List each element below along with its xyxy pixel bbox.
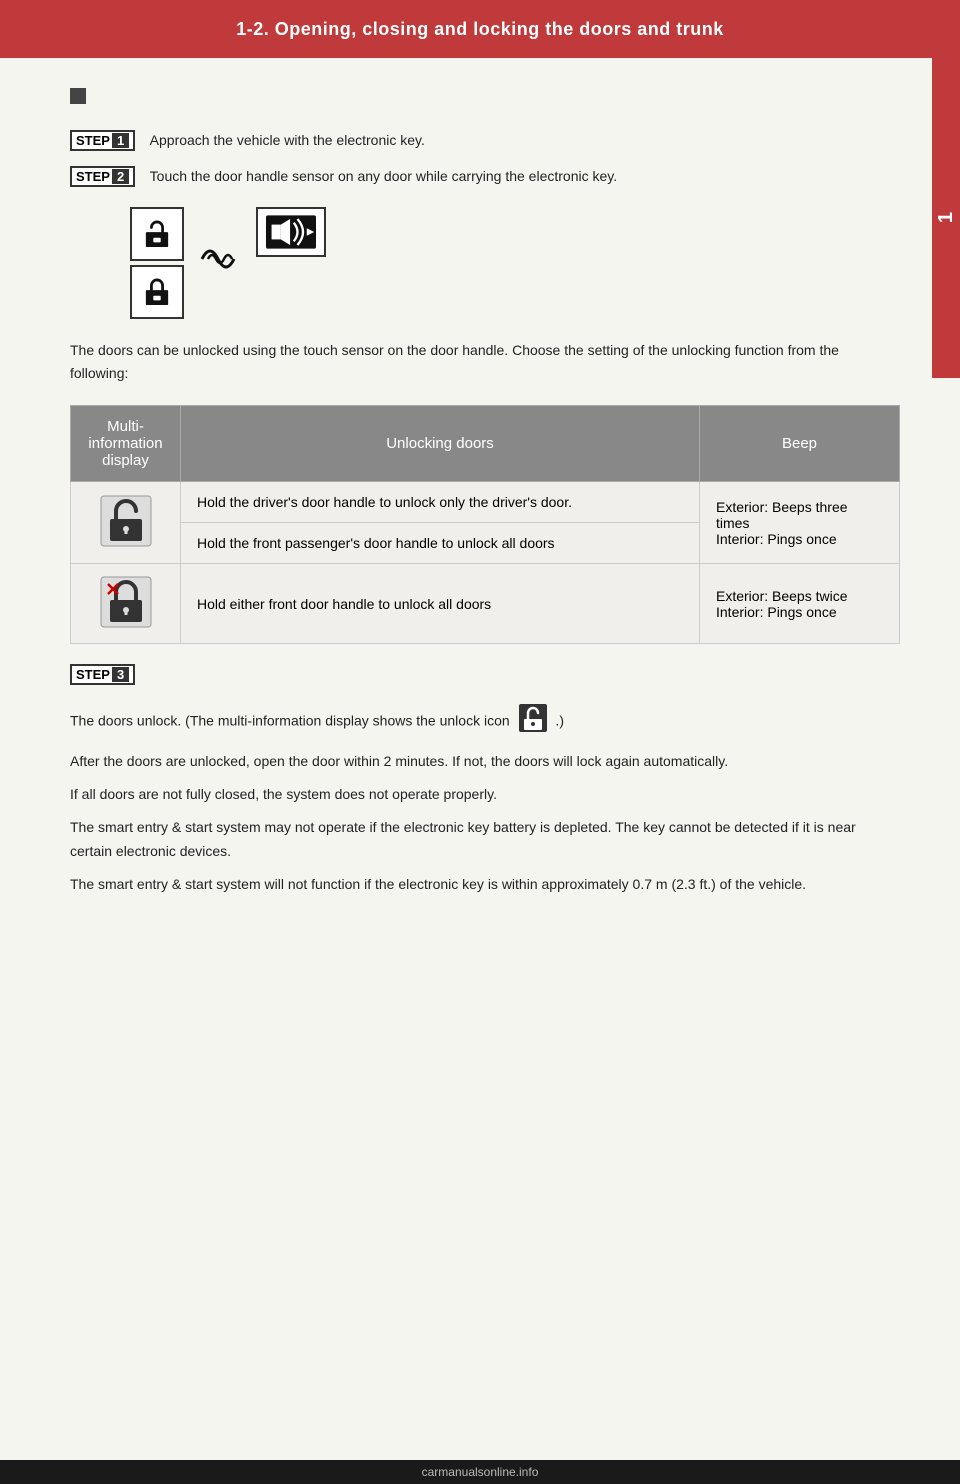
step-2-label: STEP 2 [70,166,135,187]
step-3-content: The doors unlock. (The multi-information… [70,703,900,806]
step-3-label: STEP 3 [70,664,135,685]
header-bar: 1-2. Opening, closing and locking the do… [0,0,960,58]
step-3-word: STEP [76,667,110,682]
footer-bar: carmanualsonline.info [0,1460,960,1484]
step-3-detail: After the doors are unlocked, open the d… [70,750,900,773]
col-header-beep: Beep [700,406,900,482]
additional-text-2: The smart entry & start system will not … [70,873,900,896]
unlock-action-driver: Hold the driver's door handle to unlock … [181,482,700,523]
step-1-text: Approach the vehicle with the electronic… [150,132,425,148]
lock-icon-stack [130,207,184,319]
step-3-number: 3 [112,667,129,682]
step-3-label-row: STEP 3 [70,664,900,693]
unlocked-lock-icon-box [130,207,184,261]
speaker-icon [266,214,316,250]
step3-unlock-icon [518,703,548,733]
signal-divider [192,239,248,287]
beep-cell-row1: Exterior: Beeps three timesInterior: Pin… [700,482,900,564]
locked-lock-icon [144,277,170,307]
col-header-unlock: Unlocking doors [181,406,700,482]
intro-text: The doors can be unlocked using the touc… [70,339,900,385]
step-1-number: 1 [112,133,129,148]
unlock-action-all: Hold either front door handle to unlock … [181,564,700,644]
step-3-section: STEP 3 The doors unlock. (The multi-info… [70,664,900,806]
step-1-word: STEP [76,133,110,148]
unlocked-lock-icon [144,219,170,249]
steps-container: STEP 1 Approach the vehicle with the ele… [70,129,900,319]
section-bullet [70,88,86,104]
col-header-display: Multi-informationdisplay [71,406,181,482]
unlock-action-passenger: Hold the front passenger's door handle t… [181,523,700,564]
table-row: Hold either front door handle to unlock … [71,564,900,644]
step-3-note: If all doors are not fully closed, the s… [70,783,900,806]
speaker-icon-box [256,207,326,257]
step-2-text: Touch the door handle sensor on any door… [150,168,617,184]
step-3-text: The doors unlock. (The multi-information… [70,703,900,740]
footer-url: carmanualsonline.info [422,1465,539,1479]
info-table: Multi-informationdisplay Unlocking doors… [70,405,900,644]
icon-cell-all [71,564,181,644]
main-content: STEP 1 Approach the vehicle with the ele… [0,58,960,936]
step-1-label: STEP 1 [70,130,135,151]
locked-lock-icon-box [130,265,184,319]
step-2-number: 2 [112,169,129,184]
icon-cell-driver [71,482,181,564]
icon-row [130,207,900,319]
table-row: Hold the driver's door handle to unlock … [71,482,900,523]
wave-icon [198,239,242,279]
step-2-word: STEP [76,169,110,184]
step-1-row: STEP 1 Approach the vehicle with the ele… [70,129,900,159]
additional-text-1: The smart entry & start system may not o… [70,816,900,862]
beep-cell-row2: Exterior: Beeps twiceInterior: Pings onc… [700,564,900,644]
step-2-row: STEP 2 Touch the door handle sensor on a… [70,165,900,195]
driver-unlock-display-icon [100,495,152,547]
header-title: 1-2. Opening, closing and locking the do… [236,19,724,40]
all-unlock-display-icon [100,576,152,628]
